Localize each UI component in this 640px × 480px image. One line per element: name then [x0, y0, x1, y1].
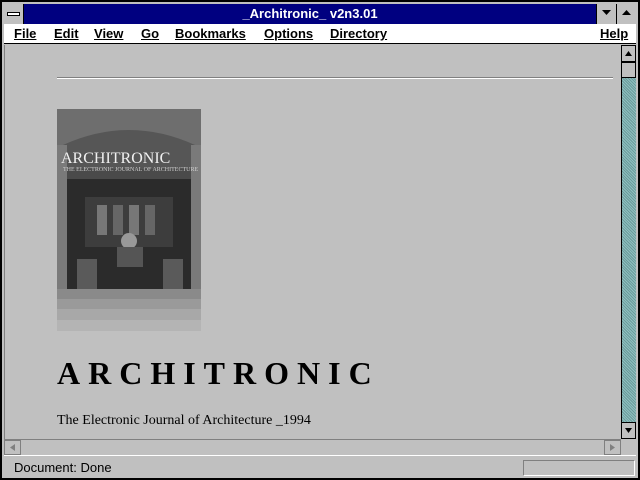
- menu-bar: File Edit View Go Bookmarks Options Dire…: [4, 24, 636, 44]
- menu-view[interactable]: View: [94, 25, 123, 43]
- status-bar: Document: Done: [4, 455, 636, 478]
- minimize-button[interactable]: [596, 4, 616, 24]
- arrow-right-icon: [610, 444, 615, 451]
- arrow-up-icon: [625, 51, 632, 56]
- scroll-right-button[interactable]: [604, 440, 621, 455]
- page-heading: ARCHITRONIC: [57, 355, 380, 391]
- maximize-button[interactable]: [616, 4, 636, 24]
- journal-cover-image: ARCHITRONIC THE ELECTRONIC JOURNAL OF AR…: [57, 109, 201, 331]
- horizontal-scrollbar[interactable]: [4, 439, 621, 455]
- browser-window: _Architronic_ v2n3.01 File Edit View Go …: [0, 0, 640, 480]
- menu-options[interactable]: Options: [264, 25, 313, 43]
- triangle-up-icon: [622, 10, 631, 15]
- document-view[interactable]: ARCHITRONIC THE ELECTRONIC JOURNAL OF AR…: [4, 45, 621, 439]
- cover-title: ARCHITRONIC: [61, 150, 171, 167]
- menu-file[interactable]: File: [14, 25, 36, 43]
- progress-indicator: [523, 460, 635, 476]
- arrow-down-icon: [625, 428, 632, 433]
- page-subheading: The Electronic Journal of Architecture _…: [57, 413, 311, 428]
- triangle-down-icon: [602, 10, 611, 15]
- menu-edit[interactable]: Edit: [54, 25, 79, 43]
- menu-go[interactable]: Go: [141, 25, 159, 43]
- menu-bookmarks[interactable]: Bookmarks: [175, 25, 246, 43]
- status-text: Document: Done: [14, 460, 112, 475]
- vertical-scrollbar[interactable]: [621, 45, 636, 439]
- scrollbar-corner: [621, 439, 636, 454]
- scroll-up-button[interactable]: [621, 45, 636, 62]
- window-title: _Architronic_ v2n3.01: [242, 6, 378, 21]
- scroll-left-button[interactable]: [4, 440, 21, 455]
- arrow-left-icon: [10, 444, 15, 451]
- title-bar[interactable]: _Architronic_ v2n3.01: [4, 4, 636, 24]
- vertical-scroll-thumb[interactable]: [621, 62, 636, 78]
- horizontal-rule: [57, 77, 613, 79]
- system-menu-icon[interactable]: [4, 4, 24, 24]
- menu-directory[interactable]: Directory: [330, 25, 387, 43]
- scroll-down-button[interactable]: [621, 422, 636, 439]
- menu-help[interactable]: Help: [600, 25, 628, 43]
- cover-subtitle: THE ELECTRONIC JOURNAL OF ARCHITECTURE: [63, 167, 199, 173]
